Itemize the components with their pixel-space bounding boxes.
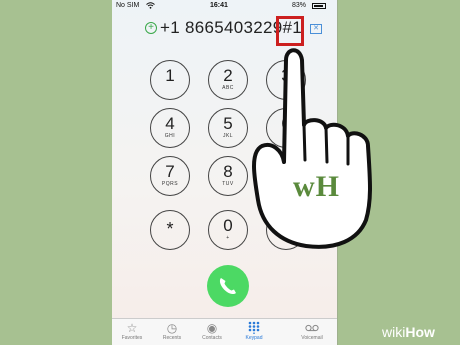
watermark-wiki: wiki — [382, 324, 406, 340]
wikihow-watermark: wikiHow — [382, 324, 435, 340]
pointing-hand-icon — [252, 48, 372, 249]
wikihow-logo: wH — [293, 170, 340, 203]
watermark-how: How — [405, 324, 435, 340]
